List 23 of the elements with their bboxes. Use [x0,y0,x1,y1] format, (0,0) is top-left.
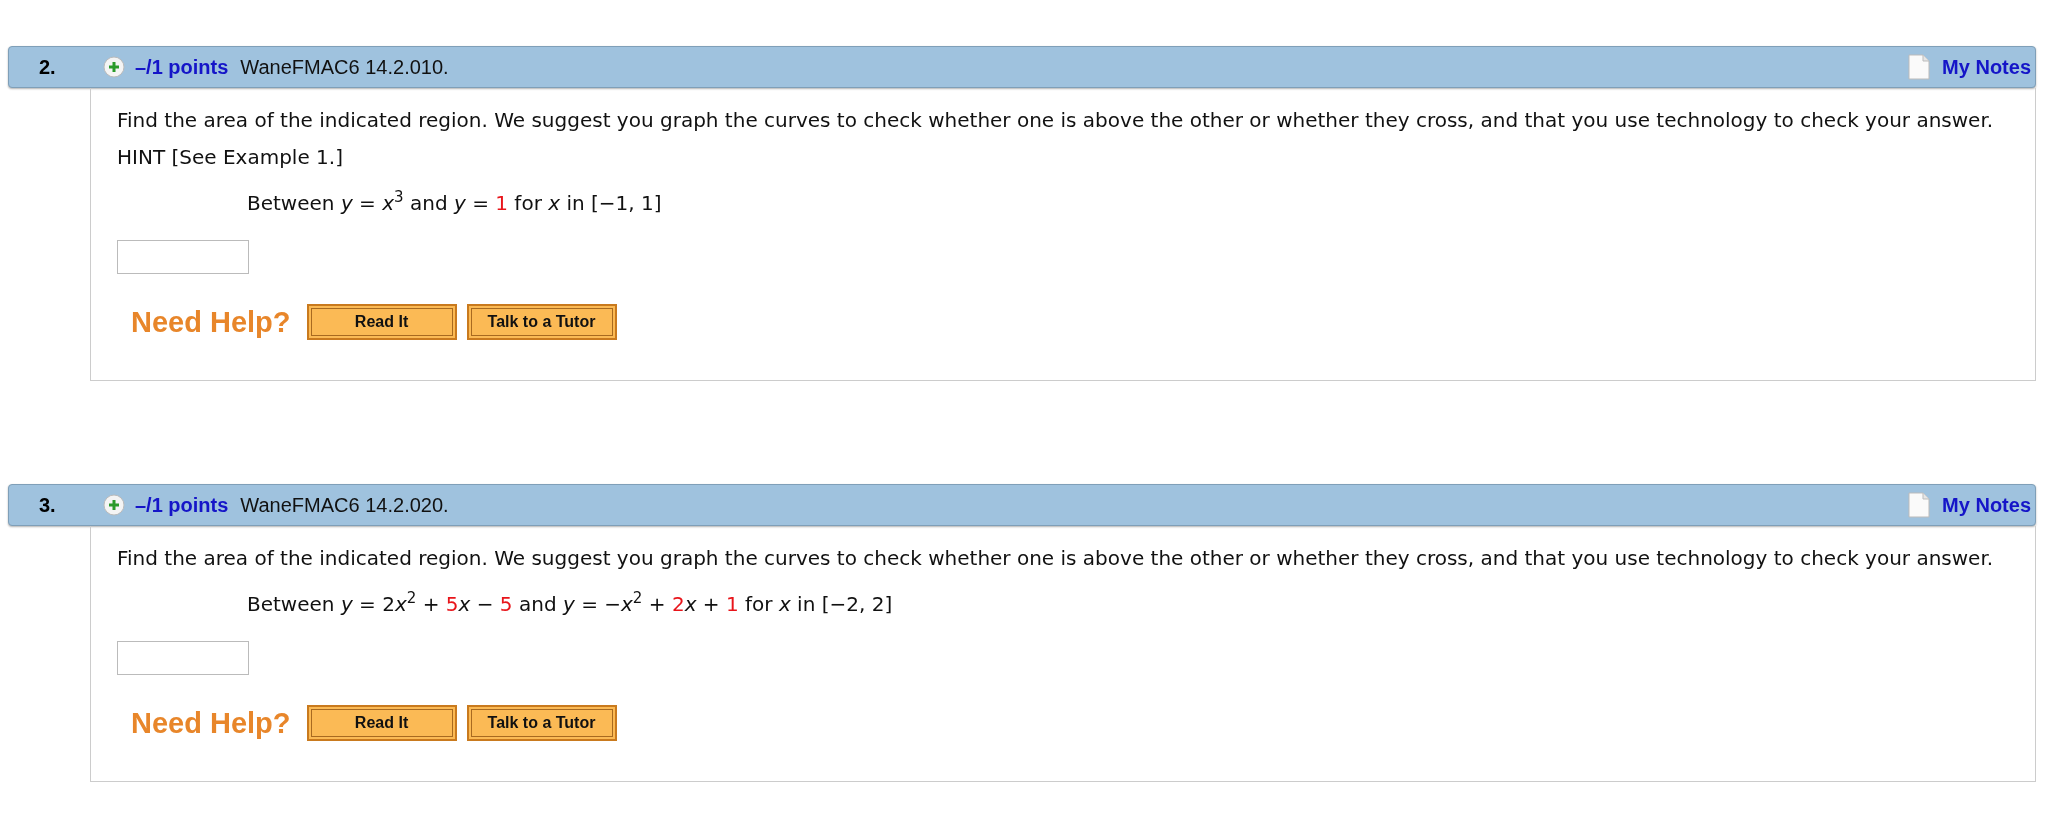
question-number: 3. [39,493,57,517]
note-icon[interactable] [1908,54,1931,80]
help-button[interactable]: Talk to a Tutor [466,705,617,741]
answer-field[interactable] [117,240,249,274]
note-icon[interactable] [1908,492,1931,518]
question-number: 2. [39,55,57,79]
question-text: Find the area of the indicated region. We suggest you graph the curves to check whether one is above the other or whether they cross, and that you use technology to check your answer. [117,545,1995,572]
question-source: WaneFMAC6 14.2.020. [240,493,449,517]
plus-icon[interactable] [103,494,125,516]
points-link[interactable]: –/1 points [135,55,229,79]
answer-field[interactable] [117,641,249,675]
help-button[interactable]: Read It [306,304,457,340]
help-button[interactable]: Read It [306,705,457,741]
question-source: WaneFMAC6 14.2.010. [240,55,449,79]
need-help-label: Need Help? [131,305,291,339]
need-help-label: Need Help? [131,706,291,740]
points-link[interactable]: –/1 points [135,493,229,517]
my-notes-link[interactable]: My Notes [1942,493,2031,517]
math-expression: Between y = 2x$^{2}$ + 5x − 5 and y = −x$^{2}$ + 2x + 1 for x in [−2, 2] [247,589,894,618]
help-button[interactable]: Talk to a Tutor [466,304,617,340]
math-expression: Between y = x$^{3}$ and y = 1 for x in [−1, 1] [247,188,663,217]
my-notes-link[interactable]: My Notes [1942,55,2031,79]
plus-icon[interactable] [103,56,125,78]
